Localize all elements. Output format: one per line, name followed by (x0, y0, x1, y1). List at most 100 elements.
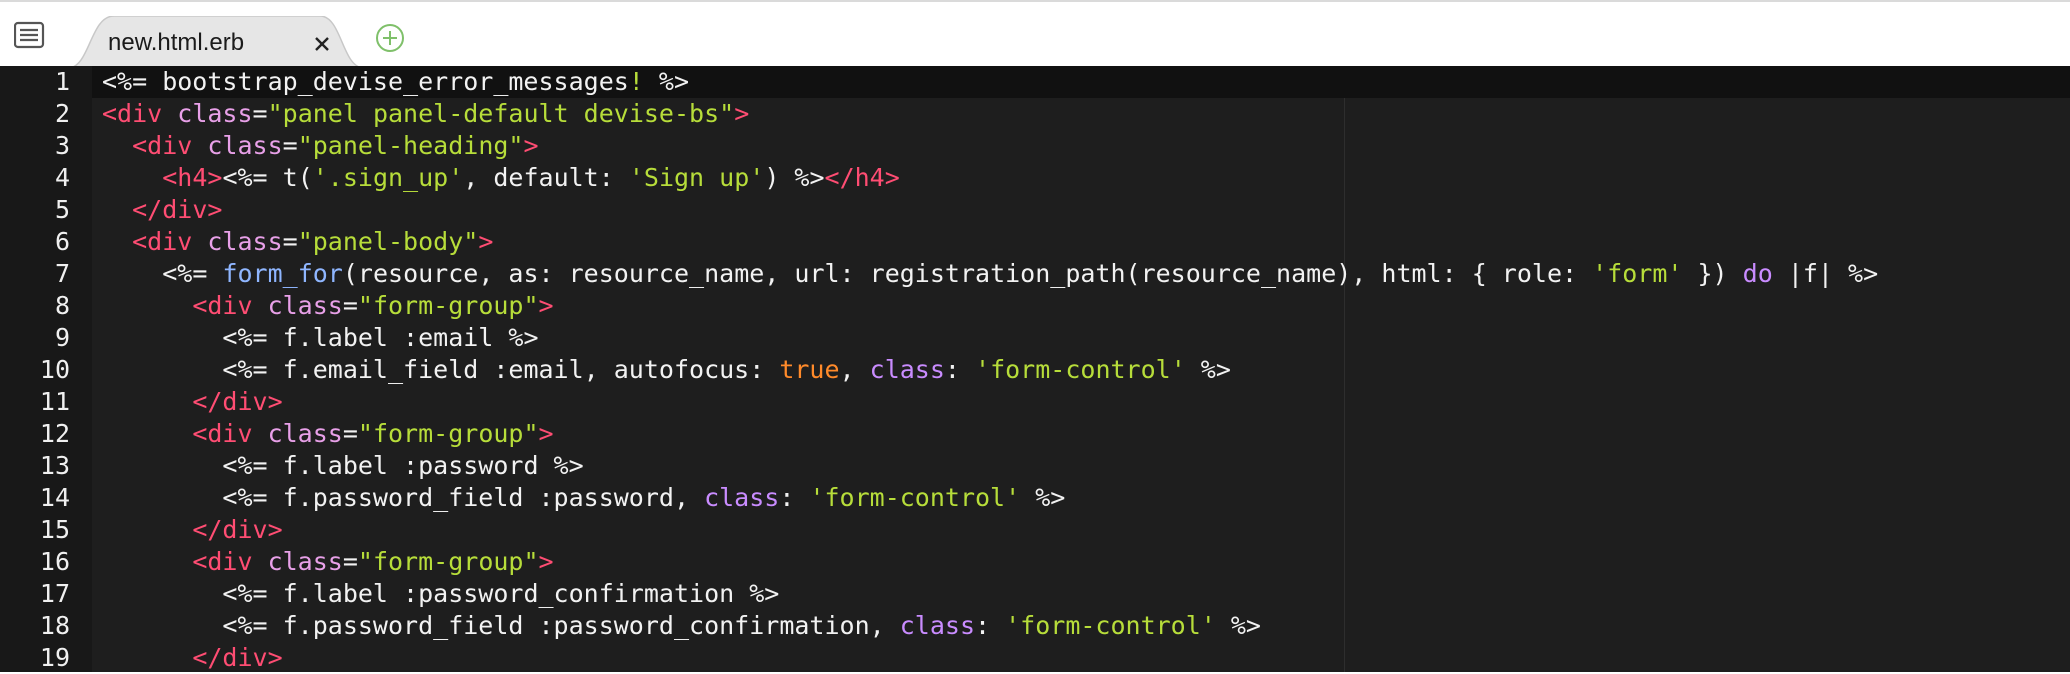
code-token: form_for (222, 259, 343, 288)
line-number: 19 (39, 643, 70, 672)
line-number: 13 (39, 451, 70, 480)
code-token: 'form' (1592, 259, 1683, 288)
code-line[interactable]: <div class="panel-heading"> (92, 130, 2070, 162)
code-text: </div> (102, 642, 283, 672)
code-line[interactable]: <%= f.label :password_confirmation %> (92, 578, 2070, 610)
code-line[interactable]: </div> (92, 514, 2070, 546)
code-line[interactable]: <div class="panel panel-default devise-b… (92, 98, 2070, 130)
code-token: %> (1185, 355, 1231, 384)
code-line[interactable]: <%= bootstrap_devise_error_messages! %> (92, 66, 2070, 98)
code-token: > (478, 227, 494, 256)
code-token: (resource, as: resource_name, url: regis… (342, 259, 1593, 288)
code-token: <div (132, 227, 208, 256)
line-number: 17 (39, 579, 70, 608)
code-line[interactable]: <%= f.password_field :password_confirmat… (92, 610, 2070, 642)
code-line[interactable]: <div class="form-group"> (92, 418, 2070, 450)
code-line[interactable]: <%= f.email_field :email, autofocus: tru… (92, 354, 2070, 386)
code-line[interactable]: <%= f.label :password %> (92, 450, 2070, 482)
code-token: "panel-heading" (297, 131, 524, 160)
code-token: > (734, 99, 750, 128)
line-number: 7 (54, 259, 70, 288)
code-text: <div class="panel panel-default devise-b… (102, 98, 749, 130)
code-token: "form-group" (357, 419, 539, 448)
code-token: </div> (132, 195, 223, 224)
code-text: <%= f.label :password %> (102, 450, 583, 482)
code-token: 'form-control' (809, 483, 1021, 512)
code-token: "form-group" (357, 291, 539, 320)
code-line[interactable]: </div> (92, 642, 2070, 672)
code-token: : (944, 355, 976, 384)
code-line[interactable]: <h4><%= t('.sign_up', default: 'Sign up'… (92, 162, 2070, 194)
code-text: </div> (102, 386, 283, 418)
code-token: > (538, 419, 554, 448)
code-token: |f| %> (1772, 259, 1879, 288)
add-tab-icon[interactable] (374, 22, 406, 54)
code-token: = (342, 419, 358, 448)
code-token: , default: (463, 163, 629, 192)
code-text: <%= f.email_field :email, autofocus: tru… (102, 354, 1231, 386)
code-token: class (869, 355, 945, 384)
code-text: <div class="form-group"> (102, 290, 553, 322)
code-token: class (207, 227, 283, 256)
code-token: <%= f.password_field :password, (222, 483, 705, 512)
line-number: 6 (54, 227, 70, 256)
code-line[interactable]: <div class="form-group"> (92, 290, 2070, 322)
close-icon[interactable] (308, 30, 336, 58)
line-number: 14 (39, 483, 70, 512)
code-token: '.sign_up' (312, 163, 464, 192)
code-token: : (975, 611, 1006, 640)
list-menu-icon[interactable] (13, 21, 48, 51)
code-token: class (899, 611, 975, 640)
code-text: <%= form_for(resource, as: resource_name… (102, 258, 1878, 290)
code-text: <div class="form-group"> (102, 546, 553, 578)
code-editor[interactable]: 1 2 3 4 5 6 7 8 9 10 11 12 13 14 15 16 17 18 19 <%= bootst… (0, 66, 2070, 672)
code-token: > (523, 131, 539, 160)
line-number: 5 (54, 195, 70, 224)
code-token: "panel panel-default devise-bs" (267, 99, 735, 128)
code-token: </div> (192, 643, 283, 672)
tab-new-html-erb[interactable]: new.html.erb (68, 16, 364, 68)
code-line[interactable]: <%= form_for(resource, as: resource_name… (92, 258, 2070, 290)
code-token: <div (192, 419, 268, 448)
code-token: class (207, 131, 283, 160)
tab-bar: new.html.erb (0, 0, 2070, 68)
code-token: <div (102, 99, 178, 128)
code-line[interactable]: </div> (92, 194, 2070, 226)
line-number: 10 (39, 355, 70, 384)
line-number-gutter: 1 2 3 4 5 6 7 8 9 10 11 12 13 14 15 16 17 18 19 (0, 66, 92, 672)
code-token: , (839, 355, 870, 384)
tab-label: new.html.erb (108, 29, 245, 56)
code-token: <%= bootstrap_devise_error_messages (102, 67, 629, 96)
code-token: %> (643, 67, 690, 96)
code-text: </div> (102, 514, 283, 546)
code-token: class (267, 547, 343, 576)
code-token: <%= t( (222, 163, 313, 192)
code-line[interactable]: </div> (92, 386, 2070, 418)
code-token: = (282, 227, 298, 256)
code-token: class (267, 419, 343, 448)
code-token: <%= f.password_field :password_confirmat… (222, 611, 900, 640)
code-text: <%= bootstrap_devise_error_messages! %> (102, 66, 689, 98)
code-token: <%= f.email_field :email, autofocus: (222, 355, 780, 384)
code-area[interactable]: <%= bootstrap_devise_error_messages! %> <… (92, 66, 2070, 672)
line-number: 2 (54, 99, 70, 128)
code-line[interactable]: <%= f.password_field :password, class: '… (92, 482, 2070, 514)
code-token: %> (1020, 483, 1066, 512)
code-line[interactable]: <div class="panel-body"> (92, 226, 2070, 258)
code-token: </div> (192, 515, 283, 544)
code-line[interactable]: <%= f.label :email %> (92, 322, 2070, 354)
code-token: : (779, 483, 810, 512)
code-token: </div> (192, 387, 283, 416)
code-line[interactable]: <div class="form-group"> (92, 546, 2070, 578)
code-token: <%= f.label :email %> (222, 323, 539, 352)
code-token: "form-group" (357, 547, 539, 576)
